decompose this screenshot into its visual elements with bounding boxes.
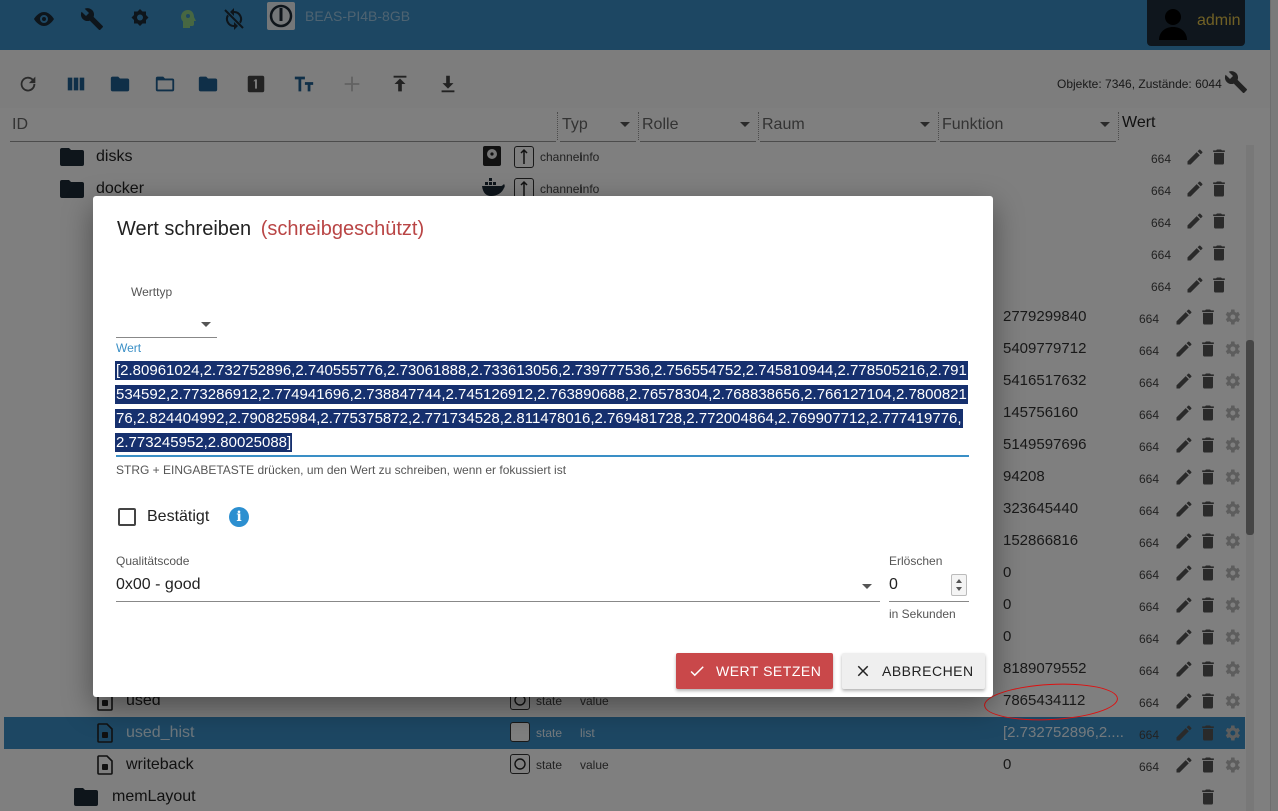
quality-label: Qualitätscode [116,554,190,568]
value-type-label: Werttyp [131,285,173,299]
expire-unit: in Sekunden [889,607,956,621]
write-value-dialog: Wert schreiben (schreibgeschützt) Wertty… [93,196,993,697]
value-hint: STRG + EINGABETASTE drücken, um den Wert… [116,463,567,477]
cancel-button[interactable]: ABBRECHEN [842,653,985,689]
readonly-note: (schreibgeschützt) [260,218,425,240]
value-textarea[interactable]: [2.80961024,2.732752896,2.740555776,2.73… [115,359,969,457]
chevron-down-icon [862,584,872,589]
set-value-label: WERT SETZEN [716,663,822,679]
check-icon [688,662,706,683]
value-text: [2.80961024,2.732752896,2.740555776,2.73… [115,361,968,452]
ack-label: Bestätigt [147,508,210,525]
close-icon [854,662,872,683]
expire-value: 0 [889,576,898,593]
info-icon[interactable]: i [229,507,249,527]
chevron-down-icon [201,322,211,327]
set-value-button[interactable]: WERT SETZEN [676,653,833,689]
expire-label: Erlöschen [889,554,943,568]
dialog-title-text: Wert schreiben [117,218,252,240]
quality-select[interactable] [116,572,880,602]
value-type-select[interactable] [116,308,217,338]
dialog-title: Wert schreiben (schreibgeschützt) [117,218,424,241]
expire-stepper[interactable] [951,574,967,596]
cancel-label: ABBRECHEN [882,663,974,679]
quality-value: 0x00 - good [116,576,201,593]
ack-checkbox[interactable] [118,508,136,526]
value-label: Wert [116,341,142,355]
